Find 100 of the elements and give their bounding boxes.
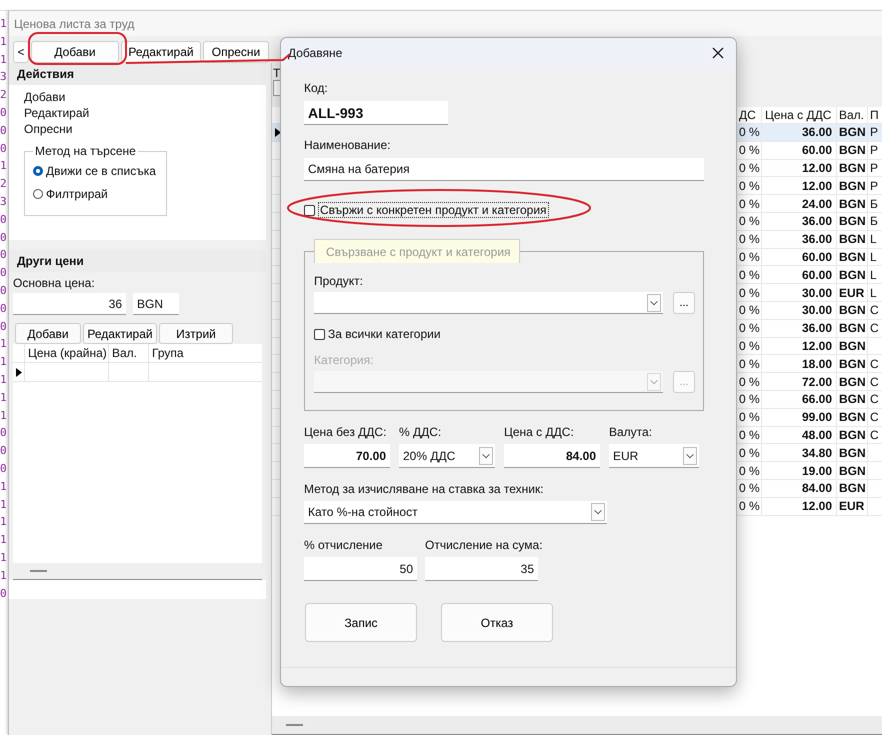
grid-button[interactable]: Добави [15, 323, 81, 344]
table-cell: 0 % [739, 232, 760, 246]
table-cell: BGN [839, 392, 866, 406]
grid-button[interactable]: Редактирай [83, 323, 157, 344]
table-cell: 12.00 [802, 499, 832, 514]
table-cell: L [870, 268, 877, 282]
table-cell: BGN [839, 125, 866, 140]
table-cell: P [870, 143, 878, 158]
name-field[interactable]: Смяна на батерия [304, 158, 704, 181]
table-cell: BGN [839, 428, 866, 442]
toolbar-button[interactable]: Добави [31, 41, 119, 63]
row-pointer-icon [275, 128, 281, 137]
field-label: Наименование: [304, 138, 391, 152]
column-header: Група [151, 345, 185, 362]
row-number: 2 [0, 176, 8, 192]
field-label: Основна цена: [13, 276, 96, 290]
field-label: Валута: [609, 425, 654, 439]
radio-option[interactable]: Филтрирай [33, 187, 166, 201]
row-number: 1 [0, 354, 8, 370]
table-cell: 0 % [739, 428, 760, 442]
toolbar-button[interactable]: Редактирай [121, 41, 201, 63]
table-cell: 72.00 [802, 374, 832, 389]
row-number: 1 [0, 408, 8, 424]
price-field[interactable]: 70.00 [304, 444, 390, 468]
toolbar-button[interactable]: Опресни [203, 41, 269, 63]
table-cell: EUR [839, 499, 864, 514]
row-number: 0 [0, 443, 8, 460]
amount-field[interactable]: 35 [425, 557, 538, 581]
table-cell: 0 % [739, 160, 760, 175]
table-cell: 0 % [739, 356, 760, 371]
table-cell: 0 % [739, 446, 760, 460]
table-cell: 0 % [739, 143, 760, 158]
table-cell: BGN [839, 250, 866, 264]
row-number: 1 [0, 158, 8, 174]
currency-dropdown[interactable]: EUR [609, 444, 699, 468]
row-number: 0 [0, 318, 8, 335]
window-title: Ценова листа за труд [14, 16, 134, 30]
table-cell: 36.00 [802, 125, 832, 140]
table-cell: BGN [839, 214, 866, 228]
dialog-title: Добавяне [288, 46, 342, 60]
table-cell: C [870, 303, 879, 318]
table-cell: 48.00 [802, 428, 832, 442]
method-dropdown[interactable]: Като %-на стойност [304, 501, 607, 524]
column-header: Вал. [109, 344, 149, 362]
table-cell: C [870, 356, 879, 371]
panel-title: Действия [17, 67, 74, 81]
table-cell: BGN [839, 410, 866, 424]
table-cell: C [870, 410, 879, 424]
table-cell: BGN [839, 321, 866, 336]
table-cell: 36.00 [802, 232, 832, 246]
action-link[interactable]: Опресни [24, 121, 73, 137]
table-cell: 0 % [739, 410, 760, 424]
price-field[interactable]: 36 [13, 293, 126, 315]
product-dropdown[interactable] [314, 292, 664, 314]
table-cell: BGN [839, 143, 866, 158]
table-cell: 84.00 [802, 481, 832, 496]
table-cell: 0 % [739, 321, 760, 336]
table-cell: 12.00 [802, 338, 832, 353]
row-number: 1 [0, 478, 8, 495]
table-cell: 0 % [739, 178, 760, 193]
all-categories-checkbox[interactable]: За всички категории [314, 327, 695, 341]
row-number: 3 [0, 194, 8, 210]
table-cell: EUR [839, 286, 864, 300]
dialog-button[interactable]: Запис [305, 603, 417, 642]
table-cell: 34.80 [802, 446, 832, 460]
table-cell: BGN [839, 446, 866, 460]
table-cell: 12.00 [802, 160, 832, 175]
dialog-button[interactable]: Отказ [441, 603, 553, 642]
action-link[interactable]: Добави [24, 89, 66, 105]
row-pointer-icon [16, 368, 22, 376]
row-number: 0 [0, 230, 8, 246]
caret-icon [591, 503, 605, 521]
close-icon[interactable] [712, 46, 724, 58]
row-number: 1 [0, 390, 8, 406]
table-cell: 60.00 [802, 143, 832, 158]
row-number: 1 [0, 34, 8, 50]
code-field[interactable]: ALL-993 [304, 101, 448, 125]
table-cell: BGN [839, 374, 866, 389]
table-cell: 30.00 [802, 286, 832, 300]
table-cell: BGN [839, 356, 866, 371]
table-cell: BGN [839, 160, 866, 175]
row-number: 2 [0, 87, 8, 104]
table-cell: C [870, 428, 879, 442]
browse-button[interactable]: ... [673, 292, 695, 314]
table-cell: 24.00 [802, 196, 832, 211]
column-header: Цена (крайна) [25, 344, 109, 362]
table-cell: 0 % [739, 125, 760, 140]
table-cell: 0 % [739, 481, 760, 496]
action-link[interactable]: Редактирай [24, 105, 90, 121]
price-field[interactable]: 84.00 [504, 444, 600, 468]
vat-dropdown[interactable]: 20% ДДС [399, 444, 495, 468]
table-cell: BGN [839, 196, 866, 211]
radio-option[interactable]: Движи се в списъка [33, 164, 166, 178]
row-number: 0 [0, 586, 8, 602]
row-number: 1 [0, 52, 8, 68]
percent-field[interactable]: 50 [304, 557, 417, 581]
table-cell: 0 % [739, 499, 760, 514]
toolbar-button[interactable]: < [13, 41, 29, 63]
currency-field[interactable]: BGN [133, 293, 179, 315]
grid-button[interactable]: Изтрий [159, 323, 233, 344]
